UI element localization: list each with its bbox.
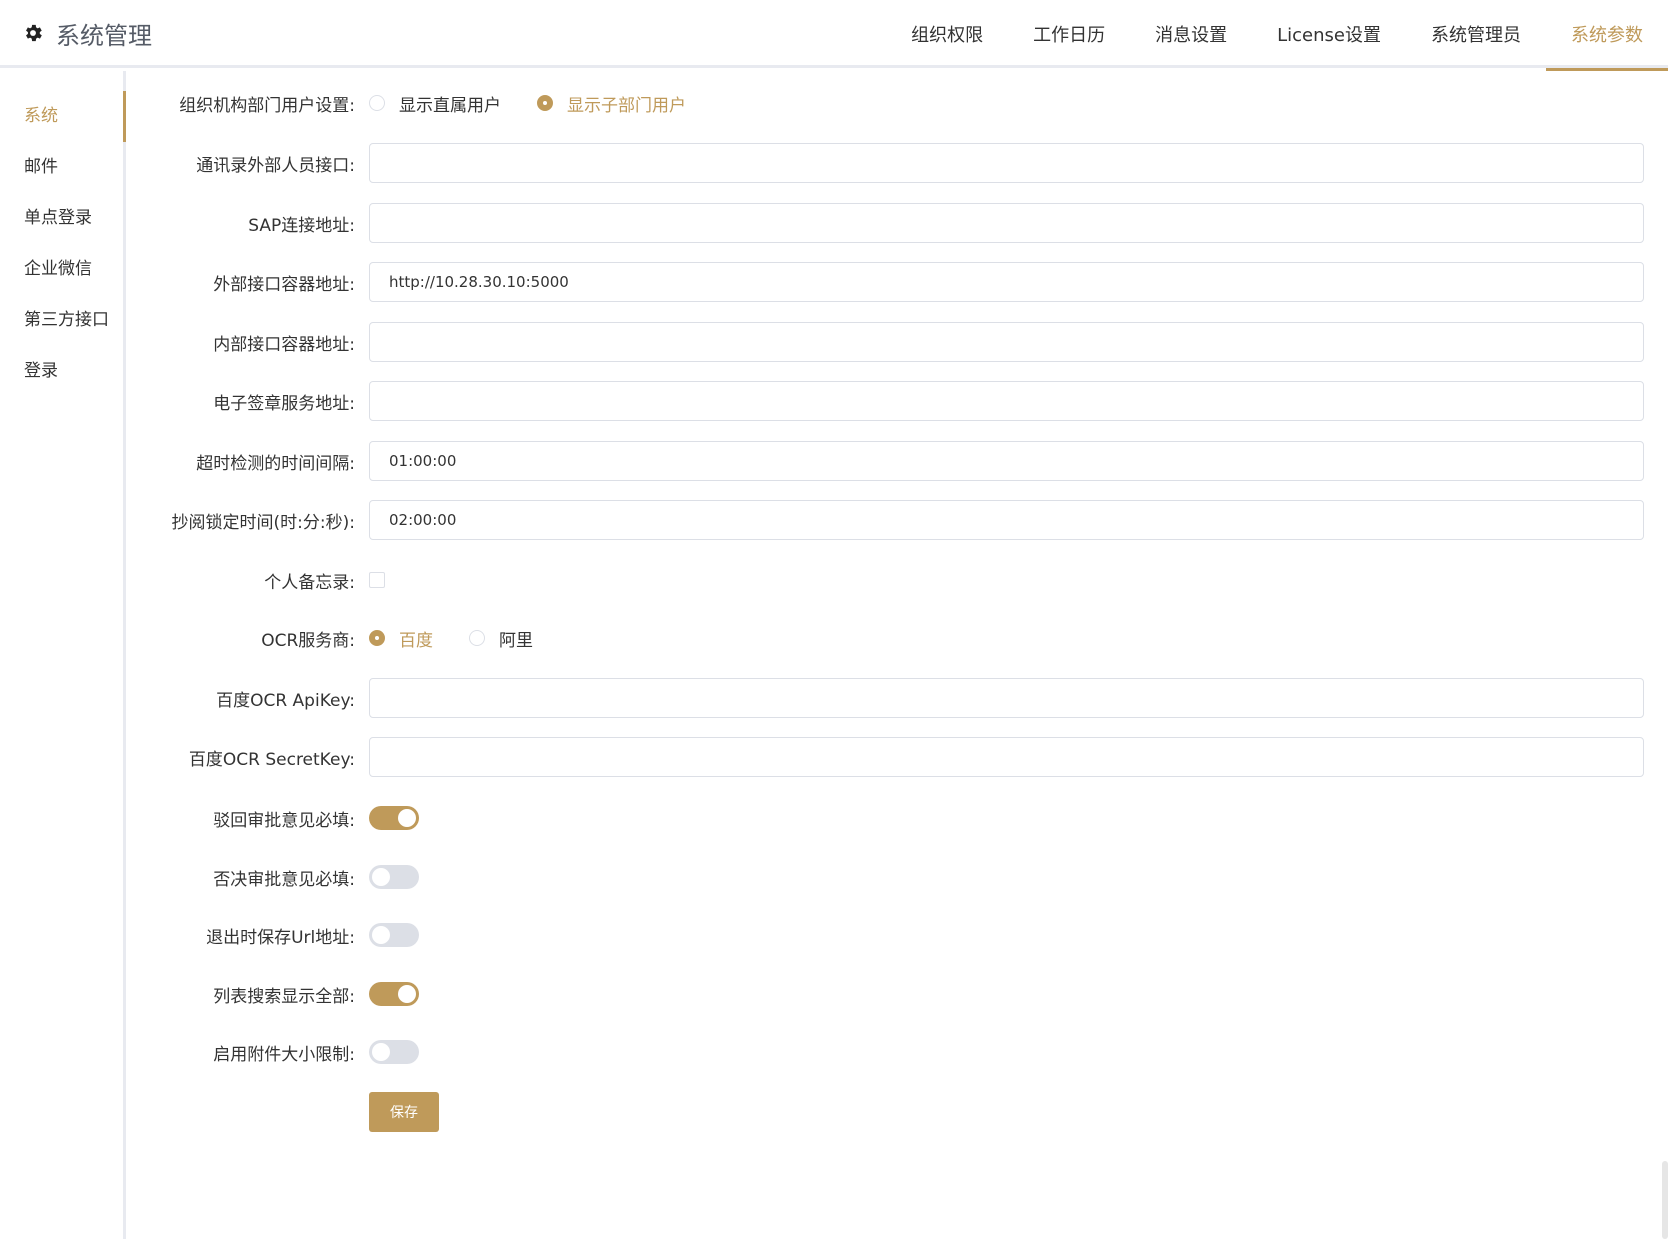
sap-url-input[interactable] (369, 203, 1644, 243)
form-row-ext-container: 外部接口容器地址: (126, 262, 1644, 302)
tab-message-settings[interactable]: 消息设置 (1130, 0, 1252, 68)
form-label: 内部接口容器地址: (213, 334, 355, 355)
radio-aliyun[interactable]: 阿里 (469, 626, 533, 651)
app-title: 系统管理 (56, 21, 152, 50)
form-row-actions: 保存 (126, 1092, 439, 1132)
esign-url-input[interactable] (369, 381, 1644, 421)
form-label: 退出时保存Url地址: (206, 927, 355, 948)
form-row-sap-url: SAP连接地址: (126, 203, 1644, 243)
radio-baidu[interactable]: 百度 (369, 626, 433, 651)
brand: 系统管理 (22, 16, 152, 50)
timeout-interval-input[interactable] (369, 441, 1644, 481)
tab-system-admins[interactable]: 系统管理员 (1406, 0, 1546, 68)
form-label: OCR服务商: (261, 630, 355, 651)
form-label: 抄阅锁定时间(时:分:秒): (171, 512, 355, 533)
scrollbar[interactable] (1660, 71, 1668, 1239)
form-row-list-search-all: 列表搜索显示全部: (126, 974, 419, 1014)
save-url-exit-switch[interactable] (369, 923, 419, 947)
switch-knob (398, 985, 416, 1003)
form-row-attachment-limit: 启用附件大小限制: (126, 1032, 419, 1072)
form-row-save-url-exit: 退出时保存Url地址: (126, 915, 419, 955)
sidebar-item-mail[interactable]: 邮件 (0, 142, 123, 193)
memo-checkbox[interactable] (369, 572, 385, 588)
form-row-memo: 个人备忘录: (126, 560, 385, 600)
ext-container-input[interactable] (369, 262, 1644, 302)
form-label: 否决审批意见必填: (213, 869, 355, 890)
form-label: 百度OCR SecretKey: (188, 749, 355, 770)
form-row-timeout-interval: 超时检测的时间间隔: (126, 441, 1644, 481)
form-label: 列表搜索显示全部: (213, 986, 355, 1007)
list-search-all-switch[interactable] (369, 982, 419, 1006)
deny-required-switch[interactable] (369, 865, 419, 889)
tab-org-permissions[interactable]: 组织权限 (886, 0, 1008, 68)
form-row-esign-url: 电子签章服务地址: (126, 381, 1644, 421)
form-row-reject-required: 驳回审批意见必填: (126, 798, 419, 838)
form-row-deny-required: 否决审批意见必填: (126, 857, 419, 897)
form-label: 驳回审批意见必填: (213, 810, 355, 831)
ocr-provider-radio-group: 百度 阿里 (369, 626, 569, 651)
top-nav: 组织权限 工作日历 消息设置 License设置 系统管理员 系统参数 (886, 0, 1668, 71)
org-user-radio-group: 显示直属用户 显示子部门用户 (369, 91, 722, 116)
save-button[interactable]: 保存 (369, 1092, 439, 1132)
reject-required-switch[interactable] (369, 806, 419, 830)
form-label: 外部接口容器地址: (213, 274, 355, 295)
radio-label: 阿里 (499, 630, 533, 651)
radio-circle (537, 95, 553, 111)
contacts-api-input[interactable] (369, 143, 1644, 183)
sidebar-item-third-party[interactable]: 第三方接口 (0, 295, 123, 346)
sidebar-item-login[interactable]: 登录 (0, 346, 123, 397)
form-row-contacts-api: 通讯录外部人员接口: (126, 143, 1644, 183)
radio-label: 百度 (399, 630, 433, 651)
form-label: SAP连接地址: (248, 215, 355, 236)
lock-time-input[interactable] (369, 500, 1644, 540)
sidebar: 系统 邮件 单点登录 企业微信 第三方接口 登录 (0, 71, 126, 1239)
form-row-int-container: 内部接口容器地址: (126, 322, 1644, 362)
switch-knob (372, 926, 390, 944)
switch-knob (372, 1043, 390, 1061)
radio-circle (369, 95, 385, 111)
radio-circle (469, 630, 485, 646)
form-row-org-user: 组织机构部门用户设置: 显示直属用户 显示子部门用户 (126, 83, 722, 123)
form-label: 启用附件大小限制: (213, 1044, 355, 1065)
tab-work-calendar[interactable]: 工作日历 (1008, 0, 1130, 68)
sidebar-item-wecom[interactable]: 企业微信 (0, 244, 123, 295)
form-label: 通讯录外部人员接口: (196, 155, 355, 176)
ocr-apikey-input[interactable] (369, 678, 1644, 718)
radio-label: 显示子部门用户 (567, 95, 686, 116)
form-row-ocr-apikey: 百度OCR ApiKey: (126, 678, 1644, 718)
radio-label: 显示直属用户 (399, 95, 501, 116)
sidebar-item-system[interactable]: 系统 (0, 91, 126, 142)
sidebar-item-sso[interactable]: 单点登录 (0, 193, 123, 244)
tab-license-settings[interactable]: License设置 (1252, 0, 1406, 68)
scrollbar-thumb[interactable] (1662, 1161, 1668, 1239)
attachment-limit-switch[interactable] (369, 1040, 419, 1064)
form-label: 组织机构部门用户设置: (179, 95, 355, 116)
radio-subdept-users[interactable]: 显示子部门用户 (537, 91, 686, 116)
form-label: 电子签章服务地址: (213, 393, 355, 414)
ocr-secretkey-input[interactable] (369, 737, 1644, 777)
switch-knob (398, 809, 416, 827)
header-bar: 系统管理 组织权限 工作日历 消息设置 License设置 系统管理员 系统参数 (0, 0, 1668, 71)
tab-system-params[interactable]: 系统参数 (1546, 0, 1668, 71)
form-label: 超时检测的时间间隔: (196, 453, 355, 474)
radio-circle (369, 630, 385, 646)
form-row-lock-time: 抄阅锁定时间(时:分:秒): (126, 500, 1644, 540)
form-row-ocr-provider: OCR服务商: 百度 阿里 (126, 618, 569, 658)
form-label: 百度OCR ApiKey: (216, 690, 355, 711)
form-label: 个人备忘录: (264, 572, 355, 593)
gear-icon (22, 22, 44, 44)
int-container-input[interactable] (369, 322, 1644, 362)
form-row-ocr-secretkey: 百度OCR SecretKey: (126, 737, 1644, 777)
switch-knob (372, 868, 390, 886)
radio-direct-users[interactable]: 显示直属用户 (369, 91, 501, 116)
